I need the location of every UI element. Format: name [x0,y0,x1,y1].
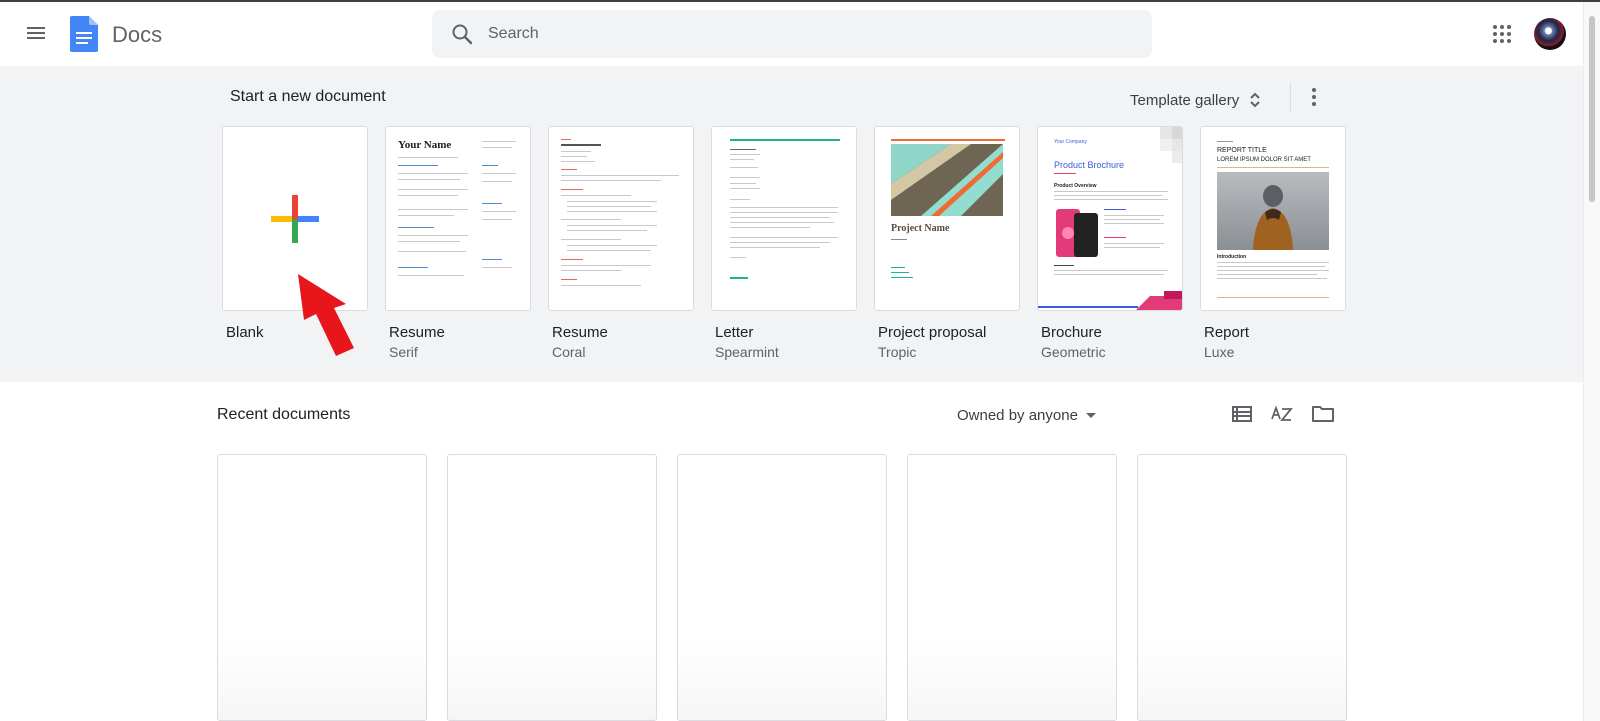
template-letter-spearmint[interactable]: Letter Spearmint [711,126,857,360]
recent-document-card[interactable] [1137,454,1347,721]
template-style: Serif [389,344,418,360]
template-style: Coral [552,344,586,360]
colorful-plus-icon [271,195,319,243]
recent-document-card[interactable] [677,454,887,721]
template-thumbnail[interactable]: REPORT TITLE LOREM IPSUM DOLOR SIT AMET … [1200,126,1346,311]
thumb-company: Your Company [1054,139,1087,145]
search-icon[interactable] [450,22,474,46]
expand-collapse-icon [1250,92,1260,108]
thumb-subtitle: LOREM IPSUM DOLOR SIT AMET [1217,157,1311,163]
google-apps-icon[interactable] [1490,22,1514,46]
template-project-proposal-tropic[interactable]: Project Name Project proposal Tropic [874,126,1020,360]
thumb-heading: Product Brochure [1054,160,1125,170]
page-scrollbar[interactable] [1583,2,1600,721]
search-bar[interactable] [432,10,1152,58]
list-view-icon[interactable] [1230,402,1254,426]
thumb-heading: REPORT TITLE [1217,147,1267,154]
open-file-picker-folder-icon[interactable] [1311,402,1335,426]
template-resume-serif[interactable]: Your Name Resume Serif [385,126,531,360]
search-input[interactable] [488,10,1128,58]
main-menu-icon[interactable] [24,22,48,46]
template-name: Letter [715,324,754,341]
template-name: Brochure [1041,324,1102,341]
report-photo [1217,172,1329,250]
template-name: Resume [552,324,608,341]
phone-image [1056,209,1098,257]
app-title[interactable]: Docs [112,22,162,48]
template-thumbnail[interactable]: Your Company Product Brochure Product Ov… [1037,126,1183,311]
template-thumbnail[interactable] [548,126,694,311]
dropdown-caret-icon [1085,412,1096,418]
new-document-section: Start a new document Template gallery Bl… [0,66,1583,382]
red-pointer-arrow-annotation [298,274,354,356]
account-avatar[interactable] [1534,18,1566,50]
sort-az-icon[interactable] [1270,402,1294,426]
template-thumbnail[interactable] [711,126,857,311]
thumb-section: Introduction [1217,254,1247,260]
template-style: Geometric [1041,344,1106,360]
template-report-luxe[interactable]: REPORT TITLE LOREM IPSUM DOLOR SIT AMET … [1200,126,1346,360]
template-style: Tropic [878,344,917,360]
owner-filter-label: Owned by anyone [957,406,1078,424]
recent-documents-title: Recent documents [217,406,351,423]
geometric-footer [1136,291,1182,310]
recent-document-card[interactable] [907,454,1117,721]
recent-document-card[interactable] [447,454,657,721]
docs-logo-icon[interactable] [70,16,98,52]
template-name: Resume [389,324,445,341]
more-options-icon[interactable] [1302,82,1326,112]
template-resume-coral[interactable]: Resume Coral [548,126,694,360]
thumb-heading: Your Name [398,139,452,151]
recent-document-card[interactable] [217,454,427,721]
top-bar: Docs [0,2,1580,66]
section-title: Start a new document [230,88,386,105]
template-thumbnail[interactable]: Your Name [385,126,531,311]
template-style: Spearmint [715,344,779,360]
thumb-heading: Project Name [891,223,950,234]
template-style: Luxe [1204,344,1235,360]
template-gallery-label: Template gallery [1130,91,1240,109]
tropic-graphic [891,144,1003,216]
template-brochure-geometric[interactable]: Your Company Product Brochure Product Ov… [1037,126,1183,360]
template-gallery-button[interactable]: Template gallery [1122,82,1269,118]
toolbar-divider [1290,82,1291,112]
owner-filter-dropdown[interactable]: Owned by anyone [957,402,1096,428]
template-name: Report [1204,324,1250,341]
template-thumbnail[interactable]: Project Name [874,126,1020,311]
template-name: Project proposal [878,324,987,341]
geometric-corner [1160,127,1182,163]
scrollbar-thumb[interactable] [1589,16,1595,202]
thumb-section: Product Overview [1054,183,1097,189]
